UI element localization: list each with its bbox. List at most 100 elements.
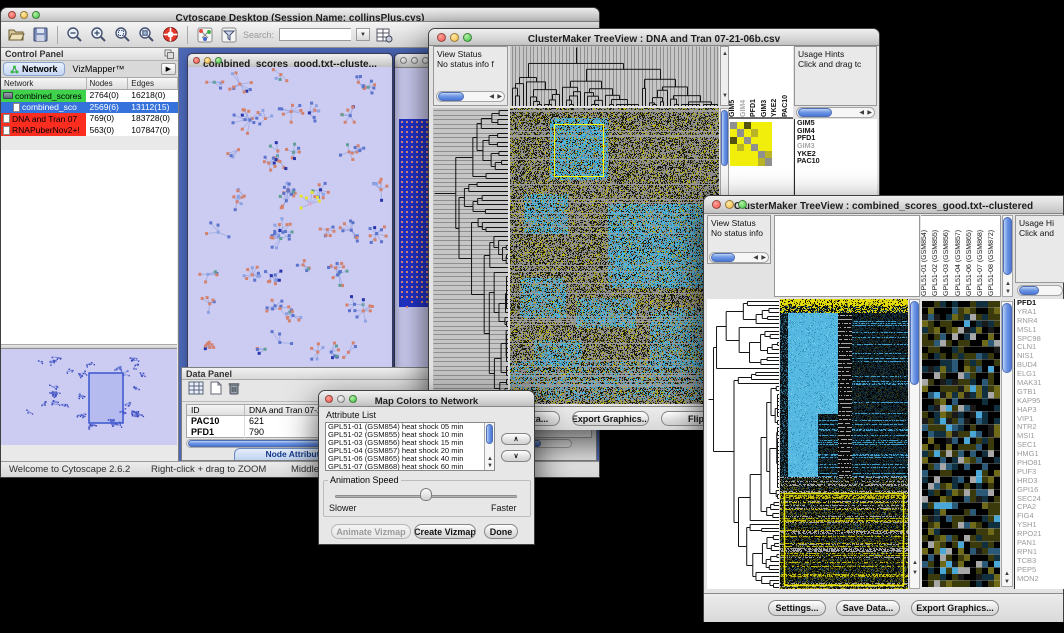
gene-label[interactable]: KAP95 bbox=[1015, 397, 1064, 406]
gene-label[interactable]: PHO81 bbox=[1015, 459, 1064, 468]
scrollbar-thumb[interactable] bbox=[711, 253, 735, 262]
gene-label[interactable]: PAC10 bbox=[795, 157, 877, 165]
matrix-cell[interactable] bbox=[744, 137, 751, 144]
move-down-button[interactable]: ∨ bbox=[501, 450, 531, 462]
done-button[interactable]: Done bbox=[484, 524, 518, 539]
network-overview-canvas[interactable] bbox=[1, 349, 177, 444]
tab-vizmapper[interactable]: VizMapper™ bbox=[67, 63, 131, 75]
gene-label[interactable]: NTR2 bbox=[1015, 423, 1064, 432]
gene-label[interactable]: GIM3 bbox=[795, 142, 877, 150]
zoom-button[interactable] bbox=[32, 11, 40, 19]
scroll-left-icon[interactable]: ◀ bbox=[489, 94, 494, 100]
gene-label[interactable]: SPC98 bbox=[1015, 335, 1064, 344]
column-label[interactable]: GPL51-06 (GSM865) bbox=[966, 216, 977, 296]
gene-label[interactable]: GIM5 bbox=[795, 119, 877, 127]
matrix-cell[interactable] bbox=[751, 129, 758, 136]
close-button[interactable] bbox=[325, 395, 333, 403]
matrix-cell[interactable] bbox=[744, 144, 751, 151]
heatmap-canvas[interactable] bbox=[780, 299, 908, 589]
gene-label[interactable]: CLN1 bbox=[1015, 343, 1064, 352]
gene-label[interactable]: PUF3 bbox=[1015, 468, 1064, 477]
column-label[interactable]: YKE2 bbox=[771, 46, 782, 117]
column-label[interactable]: GIM5 bbox=[729, 46, 740, 117]
scroll-down-icon[interactable]: ▼ bbox=[912, 570, 918, 576]
submatrix-grid[interactable] bbox=[730, 122, 772, 166]
matrix-cell[interactable] bbox=[758, 144, 765, 151]
matrix-cell[interactable] bbox=[737, 137, 744, 144]
zoom-button[interactable] bbox=[349, 395, 357, 403]
scroll-up-icon[interactable]: ▲ bbox=[912, 560, 918, 566]
save-data-button[interactable]: Save Data... bbox=[836, 600, 900, 616]
matrix-cell[interactable] bbox=[758, 129, 765, 136]
treeview1-title-bar[interactable]: ClusterMaker TreeView : DNA and Tran 07-… bbox=[429, 29, 879, 46]
submatrix-vscrollbar[interactable]: ▲ ▼ bbox=[1001, 301, 1013, 587]
network-view-window[interactable]: combined_scores_good.txt--cluste... bbox=[187, 53, 393, 376]
matrix-cell[interactable] bbox=[737, 122, 744, 129]
search-input[interactable] bbox=[279, 28, 351, 41]
gene-label[interactable]: RPO21 bbox=[1015, 530, 1064, 539]
scroll-up-icon[interactable]: ▲ bbox=[722, 51, 728, 57]
matrix-cell[interactable] bbox=[744, 122, 751, 129]
column-label[interactable]: GPL51-04 (GSM857) bbox=[955, 216, 966, 296]
scrollbar-thumb[interactable] bbox=[798, 108, 832, 117]
matrix-cell[interactable] bbox=[751, 137, 758, 144]
matrix-cell[interactable] bbox=[737, 151, 744, 158]
matrix-cell[interactable] bbox=[730, 129, 737, 136]
matrix-cell[interactable] bbox=[737, 144, 744, 151]
scroll-right-icon[interactable]: ▶ bbox=[867, 110, 872, 116]
matrix-cell[interactable] bbox=[744, 158, 751, 165]
zoom-selected-icon[interactable] bbox=[113, 25, 132, 44]
dialog-title-bar[interactable]: Map Colors to Network bbox=[319, 391, 534, 407]
column-label[interactable]: PAC10 bbox=[782, 46, 793, 117]
scroll-down-icon[interactable]: ▼ bbox=[1004, 579, 1010, 585]
column-label[interactable]: GPL51-08 (GSM872) bbox=[988, 216, 999, 296]
gene-label[interactable]: MSI1 bbox=[1015, 432, 1064, 441]
animate-vizmap-button[interactable]: Animate Vizmap bbox=[331, 524, 411, 539]
usage-hints-scrollbar[interactable]: ◀ ▶ bbox=[796, 107, 875, 118]
export-graphics-button[interactable]: Export Graphics... bbox=[911, 600, 999, 616]
gene-label[interactable]: BUD4 bbox=[1015, 361, 1064, 370]
minimize-button[interactable] bbox=[725, 200, 734, 209]
main-title-bar[interactable]: Cytoscape Desktop (Session Name: collins… bbox=[1, 8, 599, 22]
save-icon[interactable] bbox=[31, 25, 50, 44]
matrix-cell[interactable] bbox=[758, 158, 765, 165]
vizmapper-icon[interactable] bbox=[195, 25, 214, 44]
gene-label[interactable]: YRA1 bbox=[1015, 308, 1064, 317]
gene-label[interactable]: MSL1 bbox=[1015, 326, 1064, 335]
view-status-scrollbar[interactable]: ◀ ▶ bbox=[709, 252, 769, 263]
matrix-cell[interactable] bbox=[765, 144, 772, 151]
scroll-down-icon[interactable]: ▼ bbox=[722, 93, 728, 99]
gene-label[interactable]: MAK31 bbox=[1015, 379, 1064, 388]
tab-network[interactable]: Network bbox=[3, 62, 65, 76]
filter-icon[interactable] bbox=[219, 25, 238, 44]
matrix-cell[interactable] bbox=[765, 129, 772, 136]
gene-label[interactable]: NIS1 bbox=[1015, 352, 1064, 361]
gene-label[interactable]: SEC24 bbox=[1015, 495, 1064, 504]
matrix-cell[interactable] bbox=[751, 158, 758, 165]
close-button[interactable] bbox=[437, 33, 446, 42]
gene-label[interactable]: YSH1 bbox=[1015, 521, 1064, 530]
help-lifesaver-icon[interactable] bbox=[161, 25, 180, 44]
matrix-cell[interactable] bbox=[730, 151, 737, 158]
attribute-list-scrollbar[interactable]: ▲ ▼ bbox=[484, 423, 494, 470]
scrollbar-thumb[interactable] bbox=[721, 110, 728, 166]
close-button[interactable] bbox=[400, 57, 407, 64]
zoom-in-icon[interactable] bbox=[89, 25, 108, 44]
network-overview-panel[interactable] bbox=[1, 348, 177, 445]
gene-label[interactable]: MON2 bbox=[1015, 575, 1064, 584]
minimize-button[interactable] bbox=[337, 395, 345, 403]
matrix-cell[interactable] bbox=[730, 144, 737, 151]
search-dropdown-arrow-icon[interactable]: ▼ bbox=[356, 28, 370, 41]
select-attributes-icon[interactable] bbox=[188, 381, 204, 400]
matrix-cell[interactable] bbox=[730, 137, 737, 144]
settings-button[interactable]: Settings... bbox=[768, 600, 826, 616]
zoom-button[interactable] bbox=[215, 57, 222, 64]
scroll-right-icon[interactable]: ▶ bbox=[497, 94, 502, 100]
scroll-down-icon[interactable]: ▼ bbox=[487, 463, 493, 469]
zoom-button[interactable] bbox=[738, 200, 747, 209]
matrix-cell[interactable] bbox=[765, 151, 772, 158]
gene-label[interactable]: FIG4 bbox=[1015, 512, 1064, 521]
gene-label[interactable]: HMG1 bbox=[1015, 450, 1064, 459]
network-list-row[interactable]: combined_sco2569(6)13112(15) bbox=[1, 102, 178, 114]
scrollbar-thumb[interactable] bbox=[1002, 303, 1012, 373]
